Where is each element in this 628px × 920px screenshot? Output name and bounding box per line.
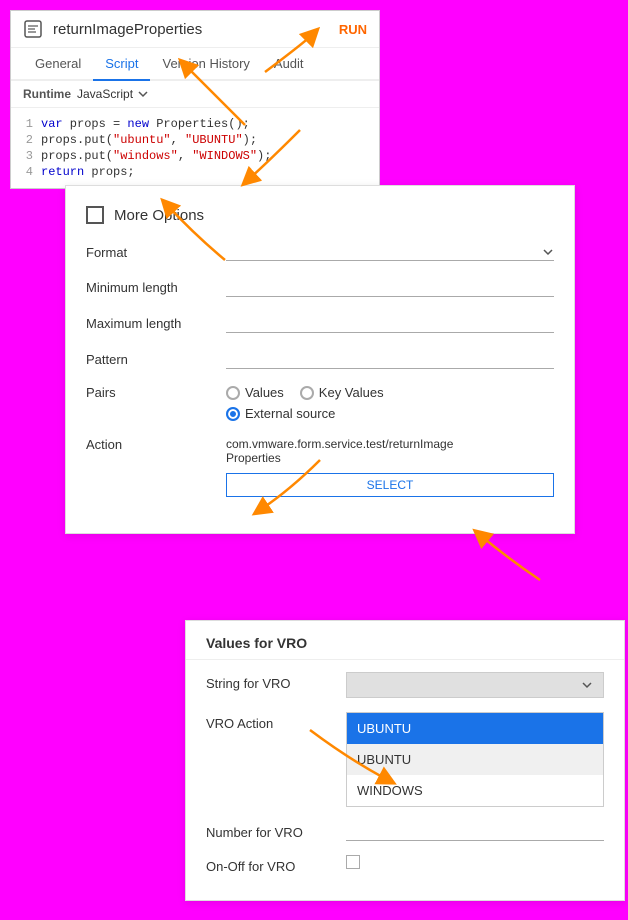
pairs-key-values-option[interactable]: Key Values <box>300 385 384 400</box>
tab-version-history[interactable]: Version History <box>150 48 261 81</box>
tab-script[interactable]: Script <box>93 48 150 81</box>
format-chevron-icon <box>542 246 554 258</box>
tabs-bar: General Script Version History Audit <box>11 48 379 81</box>
action-row: Action com.vmware.form.service.test/retu… <box>86 437 554 497</box>
vro-panel: Values for VRO String for VRO VRO Action… <box>185 620 625 901</box>
runtime-select[interactable]: JavaScript <box>77 87 149 101</box>
format-row: Format <box>86 244 554 261</box>
action-content: com.vmware.form.service.test/returnImage… <box>226 437 554 497</box>
pairs-values-option[interactable]: Values <box>226 385 284 400</box>
chevron-down-icon <box>137 88 149 100</box>
vro-action-row: VRO Action UBUNTU UBUNTU WINDOWS <box>206 712 604 807</box>
vro-action-dropdown-open[interactable]: UBUNTU UBUNTU WINDOWS <box>346 712 604 807</box>
vro-form: String for VRO VRO Action UBUNTU UBUNTU … <box>186 660 624 900</box>
line-code-1: var props = new Properties(); <box>41 117 379 131</box>
external-source-radio[interactable] <box>226 407 240 421</box>
code-line-2: 2 props.put("ubuntu", "UBUNTU"); <box>11 132 379 148</box>
pairs-external-option[interactable]: External source <box>226 406 384 421</box>
line-code-4: return props; <box>41 165 379 179</box>
line-num-1: 1 <box>11 117 41 131</box>
action-text: com.vmware.form.service.test/returnImage… <box>226 437 554 465</box>
vro-action-dropdown[interactable]: UBUNTU UBUNTU WINDOWS <box>346 712 604 807</box>
values-radio[interactable] <box>226 386 240 400</box>
key-values-radio[interactable] <box>300 386 314 400</box>
script-editor-panel: returnImageProperties RUN General Script… <box>10 10 380 189</box>
runtime-label: Runtime <box>23 87 71 101</box>
more-options-title: More Options <box>114 207 204 224</box>
select-button[interactable]: SELECT <box>226 473 554 497</box>
line-num-4: 4 <box>11 165 41 179</box>
format-select[interactable] <box>226 244 554 261</box>
runtime-value: JavaScript <box>77 87 133 101</box>
string-vro-chevron-icon <box>581 679 593 691</box>
format-label: Format <box>86 245 216 260</box>
pairs-label: Pairs <box>86 385 216 400</box>
pairs-options: Values Key Values External source <box>226 385 384 421</box>
more-options-header: More Options <box>86 206 554 224</box>
key-values-label: Key Values <box>319 385 384 400</box>
more-options-panel: More Options Format Minimum length Maxim… <box>65 185 575 534</box>
code-line-4: 4 return props; <box>11 164 379 180</box>
max-length-label: Maximum length <box>86 316 216 331</box>
dropdown-item-windows[interactable]: WINDOWS <box>347 775 603 806</box>
line-code-3: props.put("windows", "WINDOWS"); <box>41 149 379 163</box>
dropdown-selected-item[interactable]: UBUNTU <box>347 713 603 744</box>
number-for-vro-row: Number for VRO <box>206 821 604 841</box>
vro-title: Values for VRO <box>186 621 624 660</box>
pairs-row: Pairs Values Key Values External source <box>86 385 554 421</box>
line-code-2: props.put("ubuntu", "UBUNTU"); <box>41 133 379 147</box>
number-for-vro-input[interactable] <box>346 821 604 841</box>
code-line-1: 1 var props = new Properties(); <box>11 116 379 132</box>
string-for-vro-label: String for VRO <box>206 672 336 691</box>
max-length-input[interactable] <box>226 313 554 333</box>
pairs-first-row: Values Key Values <box>226 385 384 400</box>
code-line-3: 3 props.put("windows", "WINDOWS"); <box>11 148 379 164</box>
max-length-row: Maximum length <box>86 313 554 333</box>
line-num-2: 2 <box>11 133 41 147</box>
line-num-3: 3 <box>11 149 41 163</box>
tab-audit[interactable]: Audit <box>262 48 316 81</box>
string-for-vro-row: String for VRO <box>206 672 604 698</box>
dropdown-item-ubuntu[interactable]: UBUNTU <box>347 744 603 775</box>
number-for-vro-control <box>346 821 604 841</box>
tab-general[interactable]: General <box>23 48 93 81</box>
min-length-label: Minimum length <box>86 280 216 295</box>
string-for-vro-select[interactable] <box>346 672 604 698</box>
editor-icon <box>23 19 43 39</box>
run-button[interactable]: RUN <box>339 22 367 37</box>
min-length-input[interactable] <box>226 277 554 297</box>
pattern-label: Pattern <box>86 352 216 367</box>
runtime-row: Runtime JavaScript <box>11 81 379 108</box>
vro-action-label: VRO Action <box>206 712 336 731</box>
min-length-row: Minimum length <box>86 277 554 297</box>
pattern-input[interactable] <box>226 349 554 369</box>
pattern-row: Pattern <box>86 349 554 369</box>
action-label: Action <box>86 437 216 452</box>
external-source-label: External source <box>245 406 335 421</box>
arrow-action <box>460 525 550 585</box>
on-off-for-vro-control <box>346 855 604 872</box>
string-for-vro-control[interactable] <box>346 672 604 698</box>
more-options-checkbox[interactable] <box>86 206 104 224</box>
app-title: returnImageProperties <box>53 21 329 38</box>
on-off-for-vro-row: On-Off for VRO <box>206 855 604 874</box>
on-off-checkbox[interactable] <box>346 855 360 869</box>
code-area: 1 var props = new Properties(); 2 props.… <box>11 108 379 188</box>
on-off-for-vro-label: On-Off for VRO <box>206 855 336 874</box>
values-label: Values <box>245 385 284 400</box>
title-bar: returnImageProperties RUN <box>11 11 379 48</box>
number-for-vro-label: Number for VRO <box>206 821 336 840</box>
